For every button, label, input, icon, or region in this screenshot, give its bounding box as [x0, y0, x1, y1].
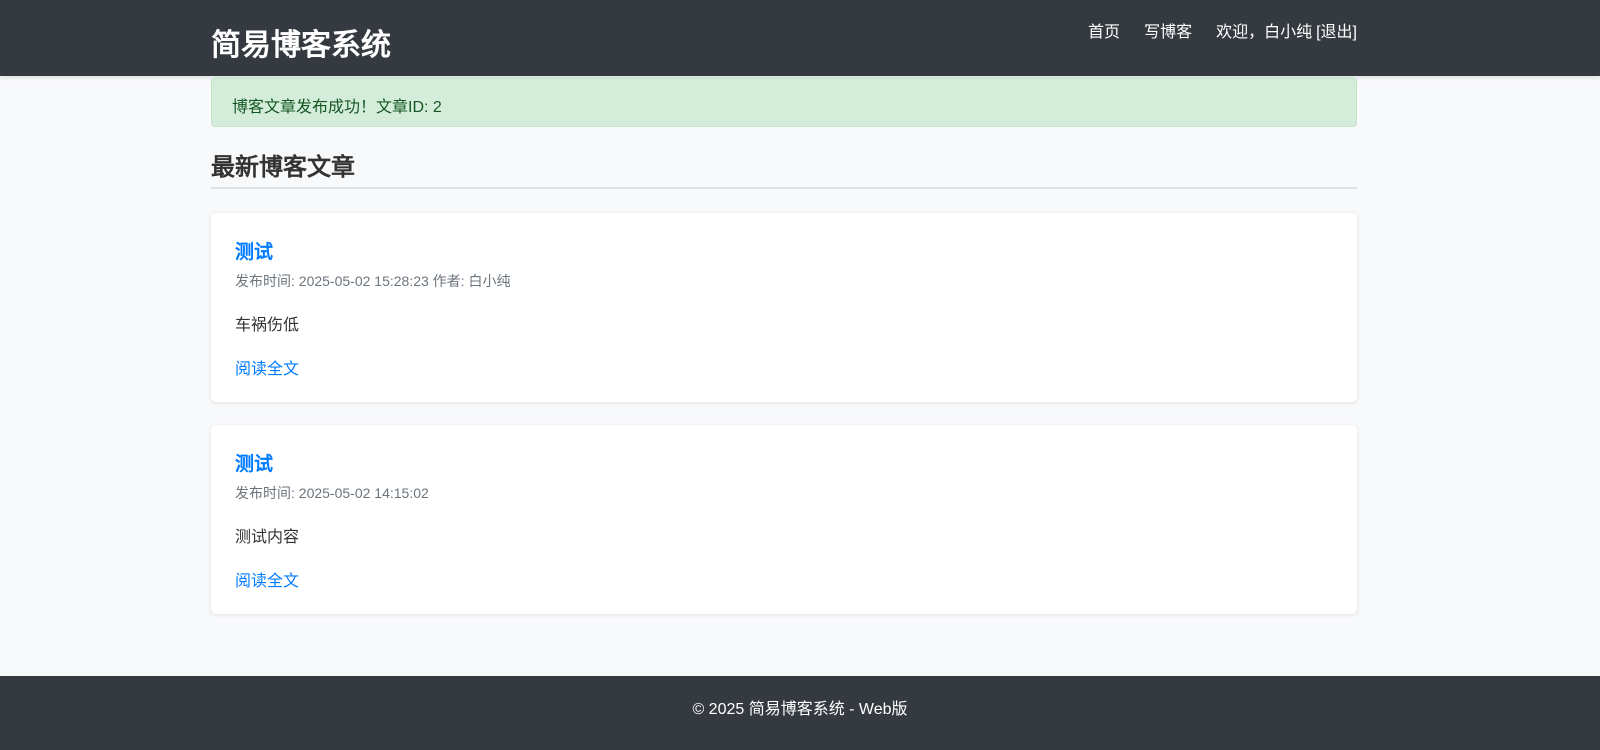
- post-title[interactable]: 测试: [235, 237, 1333, 267]
- post-card: 测试 发布时间: 2025-05-02 15:28:23 作者: 白小纯 车祸伤…: [211, 213, 1357, 402]
- success-alert: 博客文章发布成功！文章ID: 2: [211, 77, 1357, 127]
- read-more-link[interactable]: 阅读全文: [235, 355, 299, 379]
- post-excerpt: 车祸伤低: [235, 317, 300, 334]
- post-card: 测试 发布时间: 2025-05-02 14:15:02 测试内容 阅读全文: [211, 425, 1357, 614]
- section-title: 最新博客文章: [211, 147, 1357, 189]
- post-meta: 发布时间: 2025-05-02 15:28:23 作者: 白小纯: [235, 273, 511, 289]
- footer: © 2025 简易博客系统 - Web版: [0, 676, 1600, 750]
- footer-text: © 2025 简易博客系统 - Web版: [692, 701, 908, 718]
- post-meta: 发布时间: 2025-05-02 14:15:02: [235, 485, 429, 501]
- read-more-link[interactable]: 阅读全文: [235, 567, 299, 591]
- logout-link[interactable]: [退出]: [1316, 18, 1357, 42]
- header: 简易博客系统 首页 写博客 欢迎，白小纯 [退出]: [0, 0, 1600, 76]
- welcome-text: 欢迎，白小纯: [1216, 24, 1313, 41]
- post-title[interactable]: 测试: [235, 449, 1333, 479]
- nav-home[interactable]: 首页: [1088, 18, 1120, 42]
- nav-write-blog[interactable]: 写博客: [1144, 18, 1192, 42]
- post-excerpt: 测试内容: [235, 529, 300, 546]
- main-nav: 首页 写博客 欢迎，白小纯 [退出]: [1088, 18, 1357, 42]
- site-logo[interactable]: 简易博客系统: [211, 20, 391, 64]
